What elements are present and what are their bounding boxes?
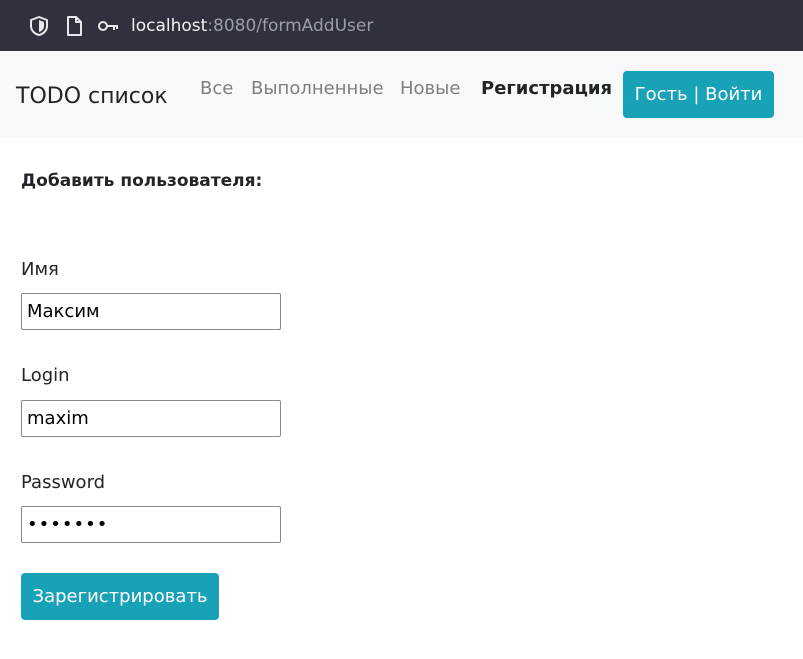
nav-link-register[interactable]: Регистрация	[481, 77, 612, 101]
key-icon[interactable]	[97, 15, 119, 37]
page-icon[interactable]	[63, 15, 85, 37]
password-label: Password	[21, 472, 106, 493]
navbar: TODO список Все Выполненные Новые Регист…	[0, 51, 803, 138]
login-button[interactable]: Гость | Войти	[623, 71, 774, 118]
form-title: Добавить пользователя:	[21, 171, 263, 191]
url-text[interactable]: localhost:8080/formAddUser	[131, 15, 373, 37]
name-input[interactable]	[21, 293, 281, 330]
navbar-brand[interactable]: TODO список	[16, 83, 168, 111]
url-host: localhost	[131, 16, 208, 36]
nav-link-new[interactable]: Новые	[400, 77, 460, 101]
url-path: :8080/formAddUser	[207, 16, 374, 36]
login-input[interactable]	[21, 400, 281, 437]
name-label: Имя	[21, 259, 59, 280]
browser-url-bar: localhost:8080/formAddUser	[0, 0, 803, 51]
nav-link-done[interactable]: Выполненные	[251, 77, 384, 101]
nav-link-all[interactable]: Все	[200, 77, 233, 101]
password-input[interactable]	[21, 506, 281, 543]
login-label: Login	[21, 365, 70, 386]
register-submit-button[interactable]: Зарегистрировать	[21, 573, 219, 620]
shield-icon[interactable]	[28, 15, 50, 37]
